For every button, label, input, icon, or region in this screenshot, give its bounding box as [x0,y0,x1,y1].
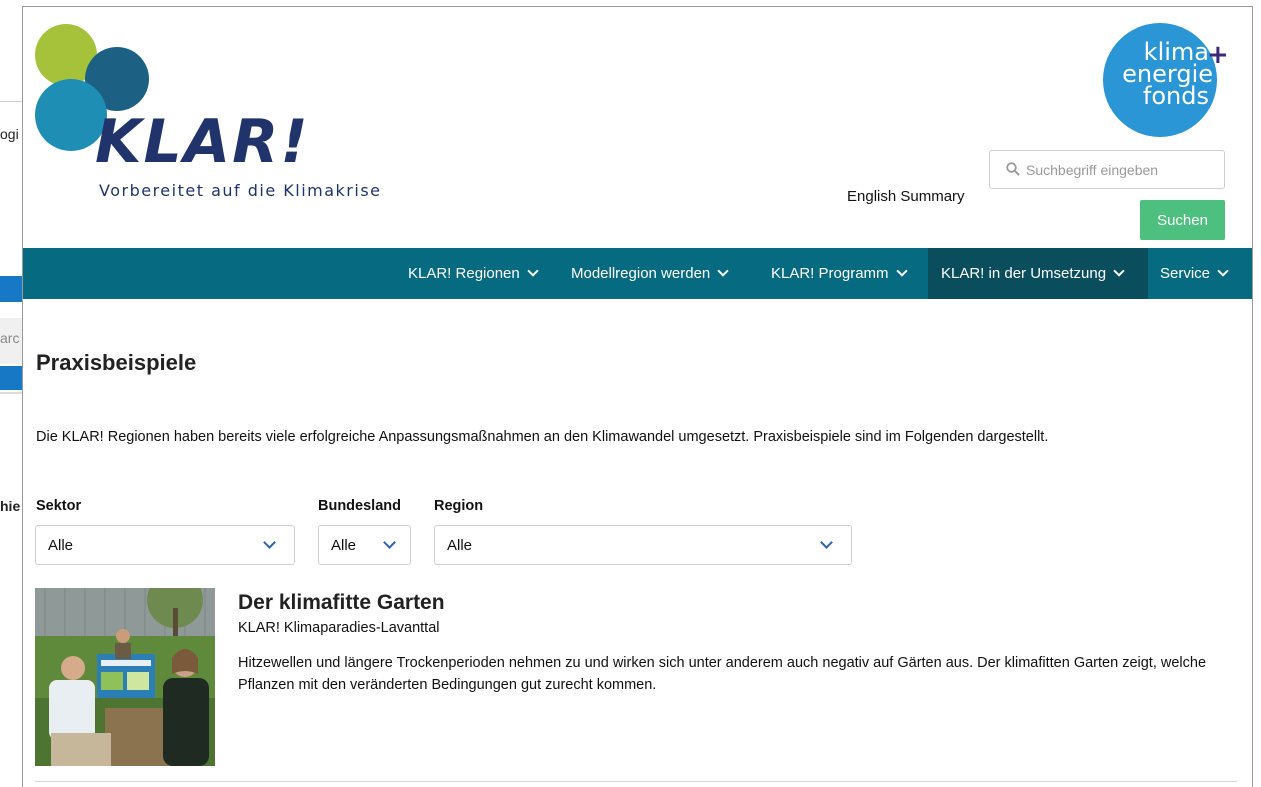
nav-item-klar-in-der-umsetzung[interactable]: KLAR! in der Umsetzung [928,248,1148,299]
search-button[interactable]: Suchen [1140,200,1225,240]
nav-label: KLAR! Programm [771,265,889,282]
filter-select-bundesland[interactable]: Alle [318,525,411,565]
background-line [0,392,24,394]
chevron-down-icon [895,265,908,277]
nav-item-service[interactable]: Service [1160,248,1229,299]
filter-select-region[interactable]: Alle [434,525,852,565]
background-text: ogi [0,126,19,142]
nav-label: KLAR! Regionen [408,265,520,282]
chevron-down-icon [527,265,539,277]
filter-label-sektor: Sektor [36,498,82,514]
select-value: Alle [48,537,74,554]
entry-thumbnail[interactable] [35,588,215,766]
logo-tagline: Vorbereitet auf die Klimakrise [99,181,382,200]
nav-item-klar-regionen[interactable]: KLAR! Regionen [408,248,539,299]
background-search-field: arc [0,318,24,364]
nav-label: Modellregion werden [571,265,711,282]
garden-photo-image [35,588,215,766]
search-field[interactable] [989,150,1225,189]
nav-label: KLAR! in der Umsetzung [941,265,1107,282]
chevron-down-icon [820,536,833,549]
page-window: KLAR! Vorbereitet auf die Klimakrise kli… [22,6,1253,787]
entry-divider [35,781,1237,782]
background-text-2: hie [0,498,21,514]
partner-logo-plus: + [1207,40,1229,70]
background-search-placeholder: arc [0,330,20,346]
background-blue-button [0,366,24,390]
search-icon [1006,162,1020,176]
chevron-down-icon [717,265,729,277]
entry-title[interactable]: Der klimafitte Garten [238,591,445,615]
nav-item-modellregion-werden[interactable]: Modellregion werden [571,248,729,299]
chevron-down-icon [263,536,276,549]
entry-description: Hitzewellen und längere Trockenperioden … [238,655,1207,693]
chevron-down-icon [1217,265,1229,277]
english-summary-link[interactable]: English Summary [847,188,965,205]
search-input[interactable] [1026,151,1222,188]
background-window: ogi arc hie [0,0,24,787]
intro-text: Die KLAR! Regionen haben bereits viele e… [36,429,1049,445]
page-title: Praxisbeispiele [36,350,197,375]
klimaenergiefonds-logo[interactable]: klima energie fonds [1103,23,1217,137]
select-value: Alle [331,537,357,554]
nav-item-klar-programm[interactable]: KLAR! Programm [771,248,908,299]
partner-logo-line3: fonds [1142,82,1209,110]
entry-region: KLAR! Klimaparadies-Lavanttal [238,620,440,636]
filter-label-region: Region [434,498,484,514]
filter-select-sektor[interactable]: Alle [35,525,295,565]
filter-label-bundesland: Bundesland [318,498,401,514]
background-blue-bar [0,276,24,302]
select-value: Alle [447,537,473,554]
chevron-down-icon [1113,265,1125,277]
main-navigation: KLAR! Regionen Modellregion werden KLAR!… [23,248,1252,299]
nav-label: Service [1160,265,1211,282]
chevron-down-icon [383,536,396,549]
logo-wordmark: KLAR! [95,107,310,177]
background-divider [0,101,24,102]
